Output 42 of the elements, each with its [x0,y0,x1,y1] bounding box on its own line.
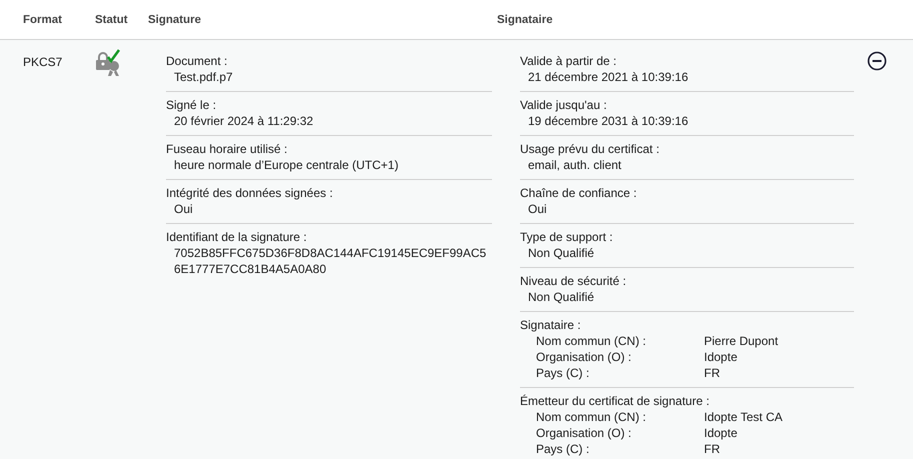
field-value: Non Qualifié [527,245,596,261]
field-value: Non Qualifié [527,289,596,305]
field-label: Signataire : [520,317,582,333]
table-cell-text: PKCS7 [22,54,64,71]
field-label: Organisation (O) : [535,349,632,365]
field-value: Pierre Dupont [704,333,778,349]
field-value: Idopte [704,425,738,441]
column-header: Format [22,14,63,26]
field-value: 21 décembre 2021 à 10:39:16 [527,69,690,85]
field-value: Test.pdf.p7 [173,69,234,85]
field-label: Usage prévu du certificat : [520,141,660,157]
column-header: Signature [147,14,202,26]
field-label: Émetteur du certificat de signature : [520,393,710,409]
field-label: Signé le : [166,97,218,113]
field-value: Idopte [704,349,738,365]
field-value: heure normale d’Europe centrale (UTC+1) [173,157,400,173]
field-label: Document : [166,53,228,69]
field-label: Nom commun (CN) : [535,409,648,425]
field-label: Organisation (O) : [535,425,632,441]
field-value: 20 février 2024 à 11:29:32 [173,113,314,129]
field-value: 7052B85FFC675D36F8D8AC144AFC19145EC9EF99AC56E1777E7CC81B4A5A0A80 [173,245,488,277]
field-label: Type de support : [520,229,614,245]
field-label: Identifiant de la signature : [166,229,308,245]
field-label: Intégrité des données signées : [166,185,334,201]
field-value: email, auth. client [527,157,622,173]
field-label: Pays (C) : [535,441,590,457]
collapse-icon[interactable] [867,51,887,71]
field-label: Chaîne de confiance : [520,185,638,201]
field-value: Oui [527,201,548,217]
field-label: Fuseau horaire utilisé : [166,141,288,157]
field-value: 19 décembre 2031 à 10:39:16 [527,113,690,129]
field-value: FR [704,365,720,381]
field-label: Niveau de sécurité : [520,273,628,289]
column-header: Signataire [497,14,554,26]
field-value: Oui [173,201,194,217]
field-label: Valide à partir de : [520,53,618,69]
field-label: Pays (C) : [535,365,590,381]
column-header: Statut [95,14,129,26]
field-value: Idopte Test CA [704,409,782,425]
field-value: FR [704,441,720,457]
field-label: Nom commun (CN) : [535,333,648,349]
field-label: Valide jusqu'au : [520,97,608,113]
